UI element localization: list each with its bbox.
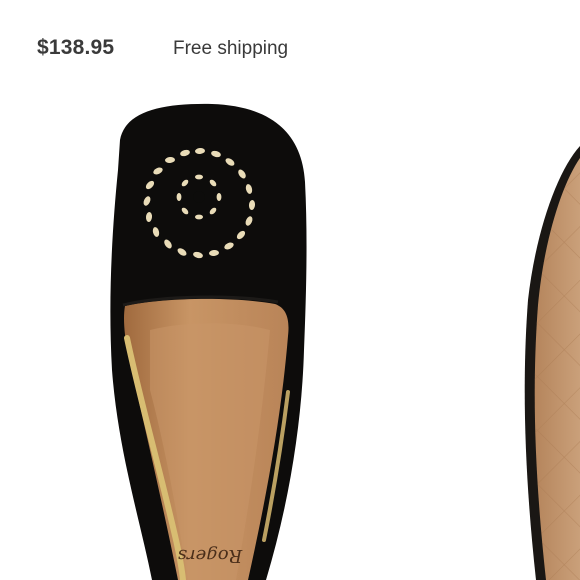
listing-header: $138.95 Free shipping bbox=[0, 0, 580, 96]
product-photo[interactable]: Rogers bbox=[0, 96, 580, 580]
insole-brand-text: Rogers bbox=[178, 545, 243, 566]
shoe-front: Rogers bbox=[110, 103, 307, 580]
shipping-label: Free shipping bbox=[173, 38, 289, 59]
shoe-sole bbox=[524, 146, 580, 580]
price-label: $138.95 bbox=[37, 36, 115, 59]
